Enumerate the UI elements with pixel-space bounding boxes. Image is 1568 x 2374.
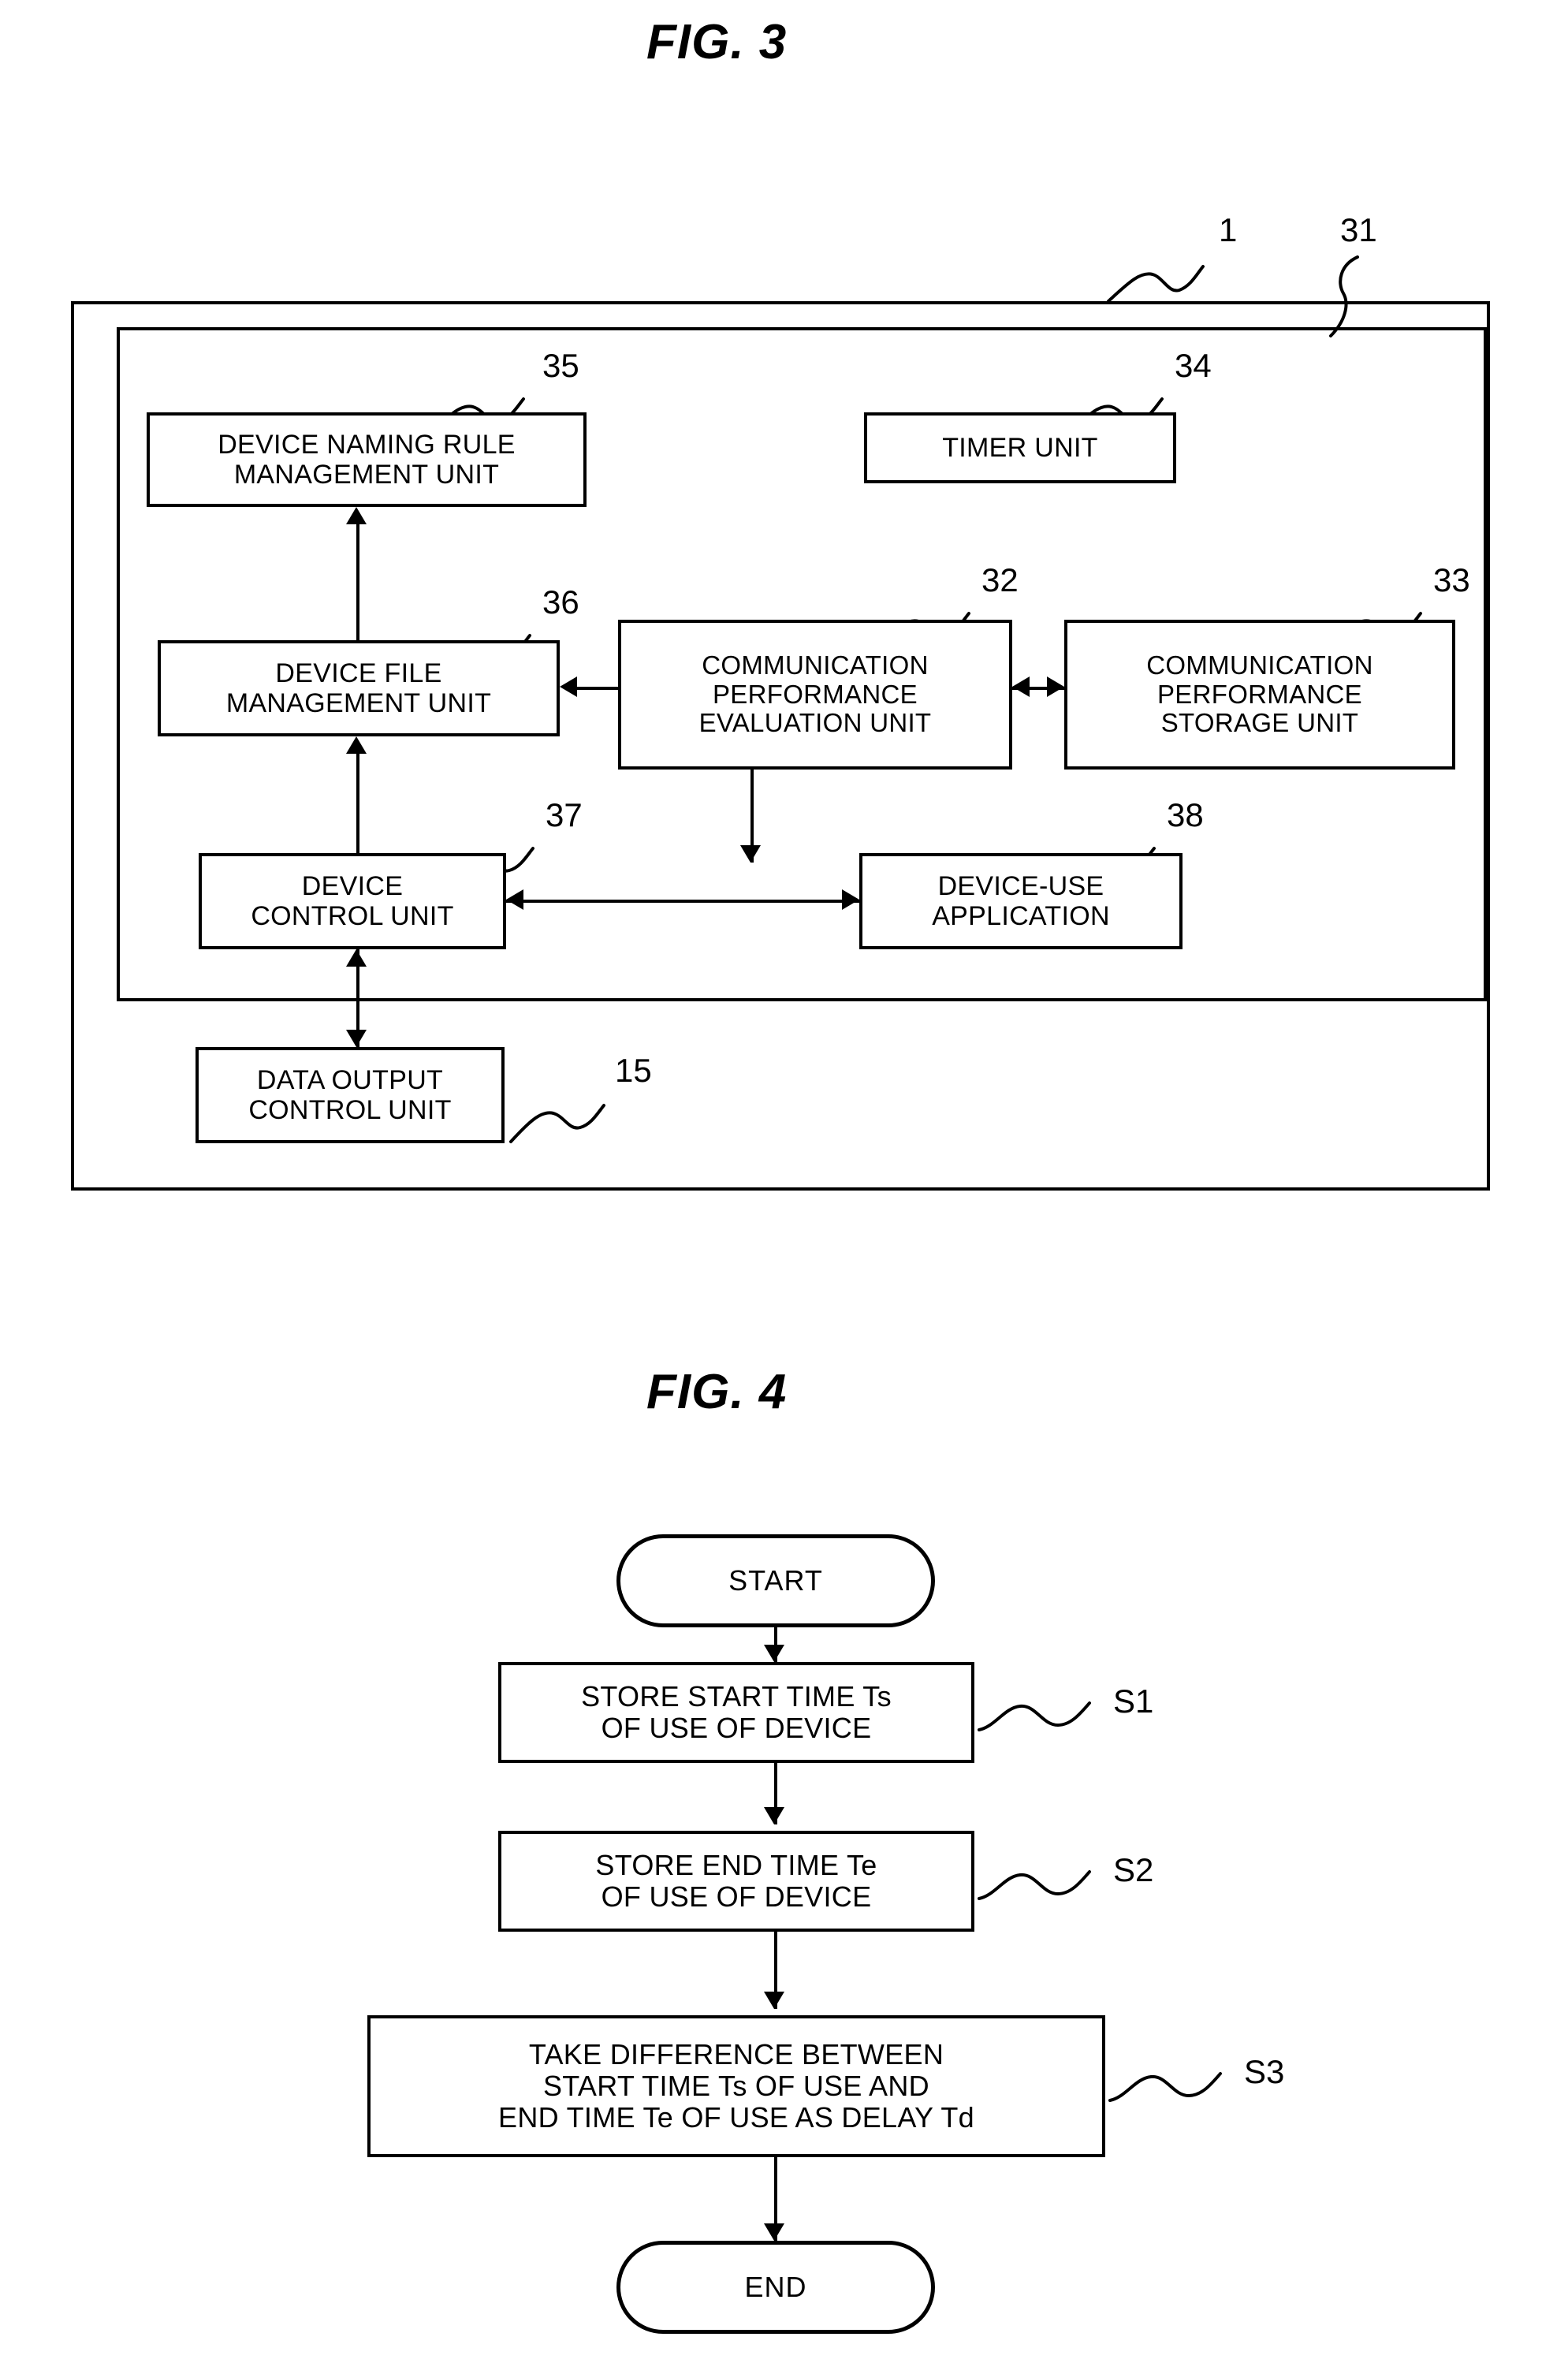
- block-device-use-application: DEVICE-USE APPLICATION: [859, 853, 1183, 949]
- arrowhead-up-namingrule: [346, 507, 367, 524]
- block-communication-performance-storage-unit: COMMUNICATION PERFORMANCE STORAGE UNIT: [1064, 620, 1455, 770]
- step-ref-s3: S3: [1244, 2053, 1285, 2090]
- connector-devicecontrol-to-devicefile: [356, 754, 359, 853]
- arrowhead-down-s2: [764, 1807, 784, 1824]
- connector-devicecontrol-to-deviceuseapp: [506, 900, 859, 903]
- flow-terminator-start: START: [616, 1534, 935, 1627]
- arrowhead-right-commstorage: [1047, 676, 1064, 697]
- leader-line-s2: [978, 1870, 1091, 1900]
- block-device-naming-rule-management-unit: DEVICE NAMING RULE MANAGEMENT UNIT: [147, 412, 587, 507]
- arrowhead-right-deviceuseapp: [842, 889, 859, 910]
- step-ref-s1: S1: [1113, 1683, 1154, 1720]
- figure-4-title: FIG. 4: [646, 1365, 788, 1419]
- arrowhead-left-commeval: [1012, 676, 1030, 697]
- arrowhead-up-devicecontrol: [346, 949, 367, 967]
- leader-line-15: [509, 1104, 605, 1143]
- figure-3-title: FIG. 3: [646, 15, 788, 69]
- flow-step-s1: STORE START TIME Ts OF USE OF DEVICE: [498, 1662, 974, 1763]
- arrowhead-down-commeval-bus: [740, 845, 761, 863]
- flow-step-s3: TAKE DIFFERENCE BETWEEN START TIME Ts OF…: [367, 2015, 1105, 2157]
- block-device-file-management-unit: DEVICE FILE MANAGEMENT UNIT: [158, 640, 560, 736]
- arrowhead-left-devicecontrol: [506, 889, 523, 910]
- arrowhead-down-s3: [764, 1992, 784, 2009]
- leader-line-s1: [978, 1701, 1091, 1731]
- arrowhead-down-dataoutput: [346, 1030, 367, 1047]
- block-timer-unit: TIMER UNIT: [864, 412, 1176, 483]
- connector-devicefile-to-namingrule: [356, 524, 359, 642]
- block-data-output-control-unit: DATA OUTPUT CONTROL UNIT: [196, 1047, 505, 1143]
- ref-numeral-31: 31: [1340, 211, 1377, 248]
- leader-line-s3: [1108, 2072, 1222, 2102]
- flow-terminator-end: END: [616, 2241, 935, 2334]
- arrowhead-down-s1: [764, 1645, 784, 1662]
- arrowhead-left-devicefile: [560, 676, 577, 697]
- leader-line-1: [1107, 265, 1205, 303]
- step-ref-s2: S2: [1113, 1851, 1154, 1888]
- flow-step-s2: STORE END TIME Te OF USE OF DEVICE: [498, 1831, 974, 1932]
- arrowhead-down-end: [764, 2223, 784, 2241]
- connector-commeval-to-devicefile: [571, 687, 620, 690]
- block-device-control-unit: DEVICE CONTROL UNIT: [199, 853, 506, 949]
- arrowhead-up-devicefile: [346, 736, 367, 754]
- block-communication-performance-evaluation-unit: COMMUNICATION PERFORMANCE EVALUATION UNI…: [618, 620, 1012, 770]
